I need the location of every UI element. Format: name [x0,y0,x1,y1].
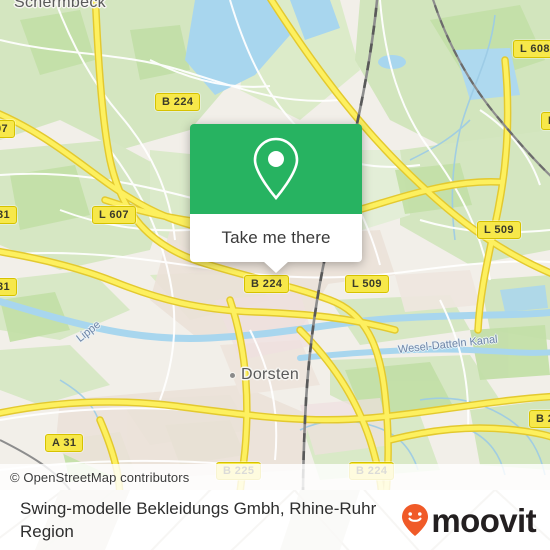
road-shield-clipped-31a: 31 [0,206,18,224]
road-shield-clipped-l: L [541,112,550,130]
take-me-there-button[interactable]: Take me there [190,214,362,262]
map-pin-icon [253,137,299,200]
road-shield-l607: L 607 [92,206,136,224]
road-shield-clipped-07: 07 [0,120,16,138]
osm-attribution: © OpenStreetMap contributors [0,464,550,490]
take-me-there-label: Take me there [221,228,331,247]
page-title: Swing-modelle Bekleidungs Gmbh, Rhine-Ru… [20,499,377,541]
osm-attribution-text: © OpenStreetMap contributors [10,469,190,485]
road-shield-a31: A 31 [45,434,84,452]
road-shield-l509-center: L 509 [345,275,389,293]
road-shield-clipped-31b: 31 [0,278,18,296]
place-dot-dorsten [229,372,236,379]
road-shield-b224-center: B 224 [244,275,290,293]
moovit-pin-smile-icon [402,504,429,536]
road-shield-l608: L 608 [513,40,550,58]
popup-pin-area [190,124,362,214]
place-label-schermbeck: Schermbeck [14,0,106,11]
map-screenshot: Schermbeck Dorsten Lippe Wesel-Datteln K… [0,0,550,550]
moovit-logo[interactable]: moovit [400,501,537,539]
footer-bar: Swing-modelle Bekleidungs Gmbh, Rhine-Ru… [0,490,550,550]
moovit-wordmark: moovit [431,501,536,539]
road-shield-b224-north: B 224 [155,93,201,111]
road-shield-l509-east: L 509 [477,221,521,239]
road-shield-clipped-b2: B 2 [529,410,550,428]
popup-tail-pointer [263,261,289,273]
place-label-dorsten: Dorsten [241,366,300,383]
location-popup-card[interactable]: Take me there [190,124,362,273]
